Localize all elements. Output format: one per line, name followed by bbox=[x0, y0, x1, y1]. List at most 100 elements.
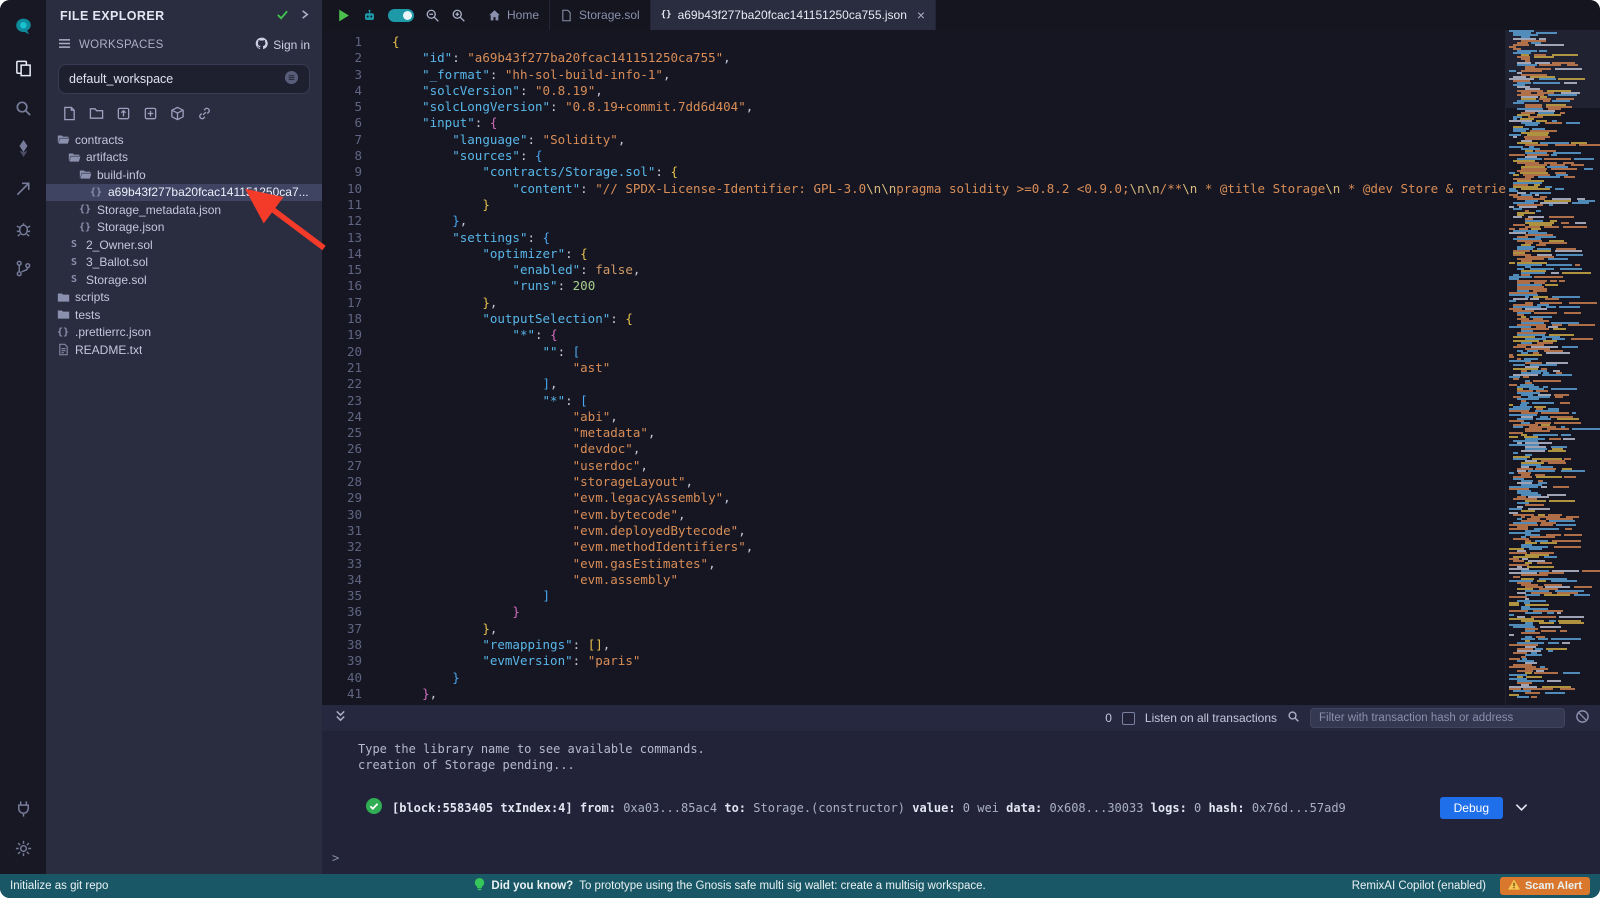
line-number[interactable]: 9 bbox=[322, 164, 362, 180]
line-numbers[interactable]: 1234567891011121314151617181920212223242… bbox=[322, 30, 376, 705]
line-number[interactable]: 37 bbox=[322, 621, 362, 637]
new-file-icon[interactable] bbox=[62, 106, 77, 121]
line-number[interactable]: 13 bbox=[322, 230, 362, 246]
tree-item-3-ballot-sol[interactable]: S3_Ballot.sol bbox=[46, 254, 322, 272]
scam-alert-badge[interactable]: Scam Alert bbox=[1500, 877, 1590, 895]
line-number[interactable]: 41 bbox=[322, 686, 362, 702]
run-script-icon[interactable] bbox=[336, 8, 351, 23]
settings-gear-icon[interactable] bbox=[0, 828, 46, 868]
zoom-out-icon[interactable] bbox=[425, 8, 440, 23]
file-explorer-icon[interactable] bbox=[0, 48, 46, 88]
workspace-options-icon[interactable] bbox=[284, 70, 299, 88]
tree-item-storage-sol[interactable]: SStorage.sol bbox=[46, 271, 322, 289]
line-number[interactable]: 5 bbox=[322, 99, 362, 115]
filter-input[interactable] bbox=[1310, 708, 1565, 728]
remix-logo-icon[interactable] bbox=[0, 4, 46, 48]
line-number[interactable]: 8 bbox=[322, 148, 362, 164]
line-number[interactable]: 28 bbox=[322, 474, 362, 490]
line-number[interactable]: 40 bbox=[322, 670, 362, 686]
tree-item-build-info[interactable]: build-info bbox=[46, 166, 322, 184]
deploy-run-icon[interactable] bbox=[0, 168, 46, 208]
tree-item-2-owner-sol[interactable]: S2_Owner.sol bbox=[46, 236, 322, 254]
line-number[interactable]: 29 bbox=[322, 490, 362, 506]
line-number[interactable]: 7 bbox=[322, 132, 362, 148]
line-number[interactable]: 14 bbox=[322, 246, 362, 262]
terminal[interactable]: Type the library name to see available c… bbox=[322, 731, 1600, 874]
tree-item-contracts[interactable]: contracts bbox=[46, 131, 322, 149]
line-number[interactable]: 2 bbox=[322, 50, 362, 66]
line-number[interactable]: 22 bbox=[322, 376, 362, 392]
tree-item-storage-metadata-json[interactable]: {}Storage_metadata.json bbox=[46, 201, 322, 219]
line-number[interactable]: 12 bbox=[322, 213, 362, 229]
line-number[interactable]: 18 bbox=[322, 311, 362, 327]
debug-button[interactable]: Debug bbox=[1440, 797, 1503, 819]
line-number[interactable]: 20 bbox=[322, 344, 362, 360]
new-folder-icon[interactable] bbox=[89, 106, 104, 121]
upload-folder-icon[interactable] bbox=[143, 106, 158, 121]
line-number[interactable]: 32 bbox=[322, 539, 362, 555]
line-number[interactable]: 11 bbox=[322, 197, 362, 213]
git-init-action[interactable]: Initialize as git repo bbox=[10, 880, 108, 892]
copilot-status[interactable]: RemixAI Copilot (enabled) bbox=[1352, 880, 1486, 892]
line-number[interactable]: 1 bbox=[322, 34, 362, 50]
line-number[interactable]: 39 bbox=[322, 653, 362, 669]
tab-storage-sol[interactable]: Storage.sol bbox=[550, 0, 651, 30]
tx-expand-chevron-icon[interactable] bbox=[1515, 800, 1528, 816]
terminal-collapse-icon[interactable] bbox=[334, 709, 347, 728]
line-number[interactable]: 30 bbox=[322, 507, 362, 523]
listen-all-label[interactable]: Listen on all transactions bbox=[1145, 711, 1277, 725]
debugger-icon[interactable] bbox=[0, 208, 46, 248]
line-number[interactable]: 38 bbox=[322, 637, 362, 653]
line-number[interactable]: 33 bbox=[322, 556, 362, 572]
search-icon[interactable] bbox=[0, 88, 46, 128]
clear-console-icon[interactable] bbox=[1575, 709, 1590, 727]
line-number[interactable]: 23 bbox=[322, 393, 362, 409]
tree-item-prettierrc-json[interactable]: {}.prettierrc.json bbox=[46, 324, 322, 342]
line-number[interactable]: 26 bbox=[322, 441, 362, 457]
tree-item-storage-json[interactable]: {}Storage.json bbox=[46, 219, 322, 237]
line-number[interactable]: 19 bbox=[322, 327, 362, 343]
git-icon[interactable] bbox=[0, 248, 46, 288]
line-number[interactable]: 21 bbox=[322, 360, 362, 376]
line-number[interactable]: 6 bbox=[322, 115, 362, 131]
upload-file-icon[interactable] bbox=[116, 106, 131, 121]
tab-a69b43f277ba20fcac141151250ca755-json[interactable]: {}a69b43f277ba20fcac141151250ca755.json× bbox=[651, 0, 936, 30]
sign-in-button[interactable]: Sign in bbox=[255, 37, 310, 53]
terminal-search-icon[interactable] bbox=[1287, 710, 1300, 726]
line-number[interactable]: 17 bbox=[322, 295, 362, 311]
tree-item-scripts[interactable]: scripts bbox=[46, 289, 322, 307]
line-number[interactable]: 35 bbox=[322, 588, 362, 604]
line-number[interactable]: 10 bbox=[322, 181, 362, 197]
solidity-compiler-icon[interactable] bbox=[0, 128, 46, 168]
tree-item-tests[interactable]: tests bbox=[46, 306, 322, 324]
line-number[interactable]: 24 bbox=[322, 409, 362, 425]
transaction-row[interactable]: [block:5583405 txIndex:4] from: 0xa03...… bbox=[322, 797, 1600, 819]
clone-repo-icon[interactable] bbox=[197, 106, 212, 121]
minimap[interactable] bbox=[1505, 30, 1600, 705]
tree-item-a69b43f277ba20fcac141151250ca7[interactable]: {}a69b43f277ba20fcac141151250ca7... bbox=[46, 184, 322, 202]
listen-all-checkbox[interactable] bbox=[1122, 712, 1135, 725]
code-editor[interactable]: 1234567891011121314151617181920212223242… bbox=[322, 30, 1600, 705]
line-number[interactable]: 16 bbox=[322, 278, 362, 294]
line-number[interactable]: 4 bbox=[322, 83, 362, 99]
line-number[interactable]: 27 bbox=[322, 458, 362, 474]
plugin-manager-icon[interactable] bbox=[0, 788, 46, 828]
zoom-in-icon[interactable] bbox=[451, 8, 466, 23]
line-number[interactable]: 15 bbox=[322, 262, 362, 278]
tab-home[interactable]: Home bbox=[478, 0, 550, 30]
tree-item-readme-txt[interactable]: README.txt bbox=[46, 341, 322, 359]
line-number[interactable]: 36 bbox=[322, 604, 362, 620]
workspace-template-icon[interactable] bbox=[170, 106, 185, 121]
ai-assistant-icon[interactable] bbox=[362, 8, 377, 23]
line-number[interactable]: 34 bbox=[322, 572, 362, 588]
close-tab-icon[interactable]: × bbox=[917, 8, 925, 22]
workspaces-menu-icon[interactable] bbox=[58, 38, 71, 52]
tree-item-artifacts[interactable]: artifacts bbox=[46, 149, 322, 167]
terminal-prompt[interactable]: > bbox=[322, 850, 1600, 874]
panel-chevron-icon[interactable] bbox=[299, 9, 310, 23]
copilot-toggle[interactable] bbox=[388, 9, 414, 22]
workspace-select[interactable]: default_workspace bbox=[58, 64, 310, 94]
line-number[interactable]: 31 bbox=[322, 523, 362, 539]
line-number[interactable]: 3 bbox=[322, 67, 362, 83]
line-number[interactable]: 25 bbox=[322, 425, 362, 441]
